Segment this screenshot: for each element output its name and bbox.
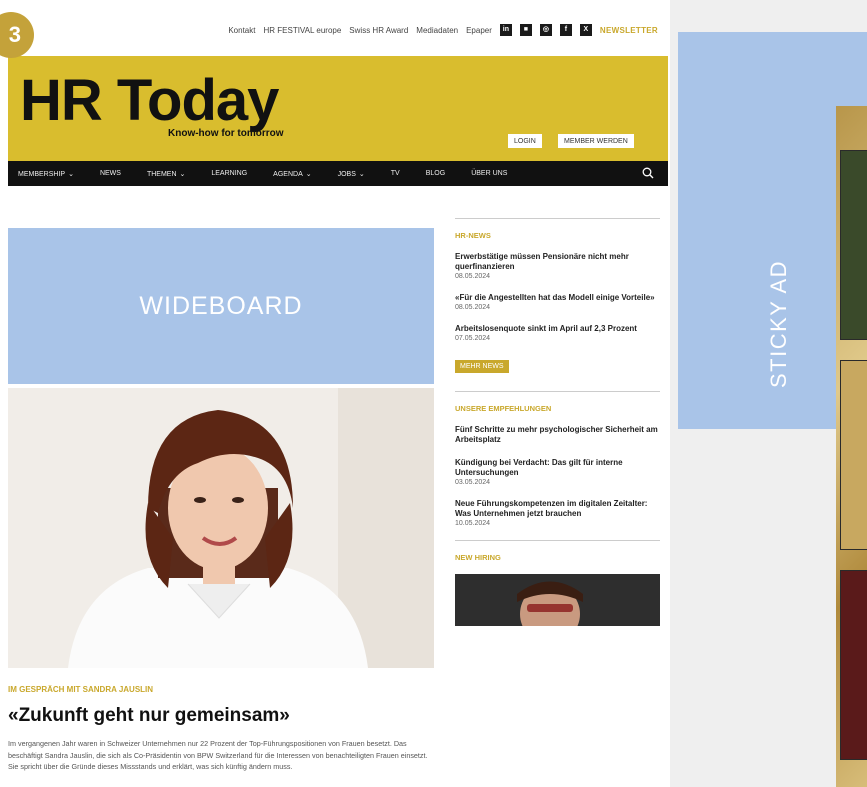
recommendations-list: Fünf Schritte zu mehr psychologischer Si… bbox=[455, 425, 660, 527]
news-title: Kündigung bei Verdacht: Das gilt für int… bbox=[455, 458, 623, 477]
nav-item-label: BLOG bbox=[425, 170, 446, 177]
nav-item-label: NEWS bbox=[99, 170, 121, 177]
chevron-down-icon: ⌄ bbox=[358, 170, 365, 178]
hr-news-list: Erwerbstätige müssen Pensionäre nicht me… bbox=[455, 252, 660, 342]
nav-item[interactable]: MEMBERSHIP ⌄ bbox=[18, 170, 74, 178]
news-title: Arbeitslosenquote sinkt im April auf 2,3… bbox=[455, 324, 637, 333]
nav-item[interactable]: TV bbox=[391, 170, 400, 177]
hero-image[interactable] bbox=[8, 388, 434, 668]
facebook-icon[interactable]: f bbox=[559, 24, 572, 36]
hr-news-heading: HR-NEWS bbox=[455, 231, 491, 240]
news-item[interactable]: Fünf Schritte zu mehr psychologischer Si… bbox=[455, 425, 660, 445]
login-button[interactable]: LOGIN bbox=[508, 134, 542, 148]
article-lead: Im vergangenen Jahr waren in Schweizer U… bbox=[8, 739, 428, 771]
header-band: HR Today Know-how for tomorrow LOGIN MEM… bbox=[8, 56, 668, 161]
news-title: Fünf Schritte zu mehr psychologischer Si… bbox=[455, 425, 658, 444]
gold-ad-panel[interactable] bbox=[836, 106, 867, 787]
nav-item[interactable]: AGENDA ⌄ bbox=[273, 170, 311, 178]
article-headline[interactable]: «Zukunft geht nur gemeinsam» bbox=[8, 705, 290, 727]
nav-item-label: THEMEN bbox=[146, 170, 177, 178]
divider bbox=[455, 540, 660, 541]
x-icon[interactable]: X bbox=[579, 24, 592, 36]
site-logo[interactable]: HR Today bbox=[20, 72, 279, 130]
news-icon[interactable]: ■ bbox=[519, 24, 532, 36]
top-links-bar: Kontakt HR FESTIVAL europe Swiss HR Award M… bbox=[228, 24, 658, 36]
sticky-ad-label: STICKY AD bbox=[766, 259, 791, 388]
nav-item-label: LEARNING bbox=[211, 170, 248, 177]
news-date: 03.05.2024 bbox=[455, 479, 491, 486]
newsletter-link[interactable]: NEWSLETTER bbox=[600, 26, 658, 35]
number-badge: 3 bbox=[0, 12, 34, 58]
main-navigation: MEMBERSHIP ⌄ NEWS THEMEN ⌄ LEARNING AGENDA ⌄ JOB… bbox=[8, 161, 668, 186]
nav-item-label: ÜBER UNS bbox=[471, 170, 508, 177]
new-hiring-image[interactable] bbox=[455, 574, 660, 626]
nav-item[interactable]: ÜBER UNS bbox=[471, 170, 507, 177]
nav-item-label: AGENDA bbox=[273, 170, 303, 178]
hiring-photo bbox=[455, 574, 660, 626]
sidebar: HR-NEWS Erwerbstätige müssen Pensionäre … bbox=[455, 218, 660, 626]
news-item[interactable]: Erwerbstätige müssen Pensionäre nicht me… bbox=[455, 252, 660, 280]
member-button[interactable]: MEMBER WERDEN bbox=[558, 134, 634, 148]
nav-item-label: TV bbox=[390, 170, 400, 177]
top-link[interactable]: Kontakt bbox=[228, 26, 255, 35]
chevron-down-icon: ⌄ bbox=[305, 170, 312, 178]
portrait-image bbox=[8, 388, 434, 668]
nav-item-label: MEMBERSHIP bbox=[18, 170, 66, 178]
instagram-icon[interactable]: ◎ bbox=[539, 24, 552, 36]
nav-item[interactable]: BLOG bbox=[426, 170, 445, 177]
top-link[interactable]: Epaper bbox=[466, 26, 492, 35]
divider bbox=[455, 218, 660, 219]
news-title: Neue Führungskompetenzen im digitalen Ze… bbox=[455, 499, 648, 518]
wideboard-ad[interactable]: WIDEBOARD bbox=[8, 228, 434, 384]
right-ad-column: STICKY AD bbox=[670, 0, 867, 787]
article-kicker: IM GESPRÄCH MIT SANDRA JAUSLIN bbox=[8, 685, 154, 694]
main-page: 3 Kontakt HR FESTIVAL europe Swiss HR Awar… bbox=[0, 0, 670, 787]
nav-item[interactable]: NEWS bbox=[100, 170, 121, 177]
top-link[interactable]: Mediadaten bbox=[416, 26, 458, 35]
ad-card bbox=[840, 150, 867, 340]
news-title: Erwerbstätige müssen Pensionäre nicht me… bbox=[455, 252, 629, 271]
search-icon[interactable] bbox=[642, 167, 654, 179]
news-item[interactable]: Arbeitslosenquote sinkt im April auf 2,3… bbox=[455, 324, 660, 342]
top-link[interactable]: Swiss HR Award bbox=[349, 26, 408, 35]
chevron-down-icon: ⌄ bbox=[68, 170, 74, 178]
ad-card bbox=[840, 360, 867, 550]
recommendations-heading: UNSERE EMPFEHLUNGEN bbox=[455, 404, 552, 413]
news-item[interactable]: Neue Führungskompetenzen im digitalen Ze… bbox=[455, 499, 660, 527]
news-date: 08.05.2024 bbox=[455, 304, 491, 311]
nav-item[interactable]: LEARNING bbox=[211, 170, 247, 177]
logo-tagline: Know-how for tomorrow bbox=[168, 128, 284, 139]
news-date: 08.05.2024 bbox=[455, 273, 491, 280]
news-date: 10.05.2024 bbox=[455, 520, 491, 527]
ad-card bbox=[840, 570, 867, 760]
top-link[interactable]: HR FESTIVAL europe bbox=[263, 26, 341, 35]
news-item[interactable]: Kündigung bei Verdacht: Das gilt für int… bbox=[455, 458, 660, 486]
nav-item-label: JOBS bbox=[337, 170, 356, 178]
linkedin-icon[interactable]: in bbox=[499, 24, 512, 36]
chevron-down-icon: ⌄ bbox=[179, 170, 186, 178]
news-date: 07.05.2024 bbox=[455, 335, 491, 342]
more-news-button[interactable]: MEHR NEWS bbox=[455, 360, 509, 373]
news-title: «Für die Angestellten hat das Modell ein… bbox=[455, 293, 655, 302]
divider bbox=[455, 391, 660, 392]
nav-item[interactable]: JOBS ⌄ bbox=[338, 170, 365, 178]
new-hiring-heading: NEW HIRING bbox=[455, 553, 501, 562]
news-item[interactable]: «Für die Angestellten hat das Modell ein… bbox=[455, 293, 660, 311]
nav-item[interactable]: THEMEN ⌄ bbox=[147, 170, 185, 178]
